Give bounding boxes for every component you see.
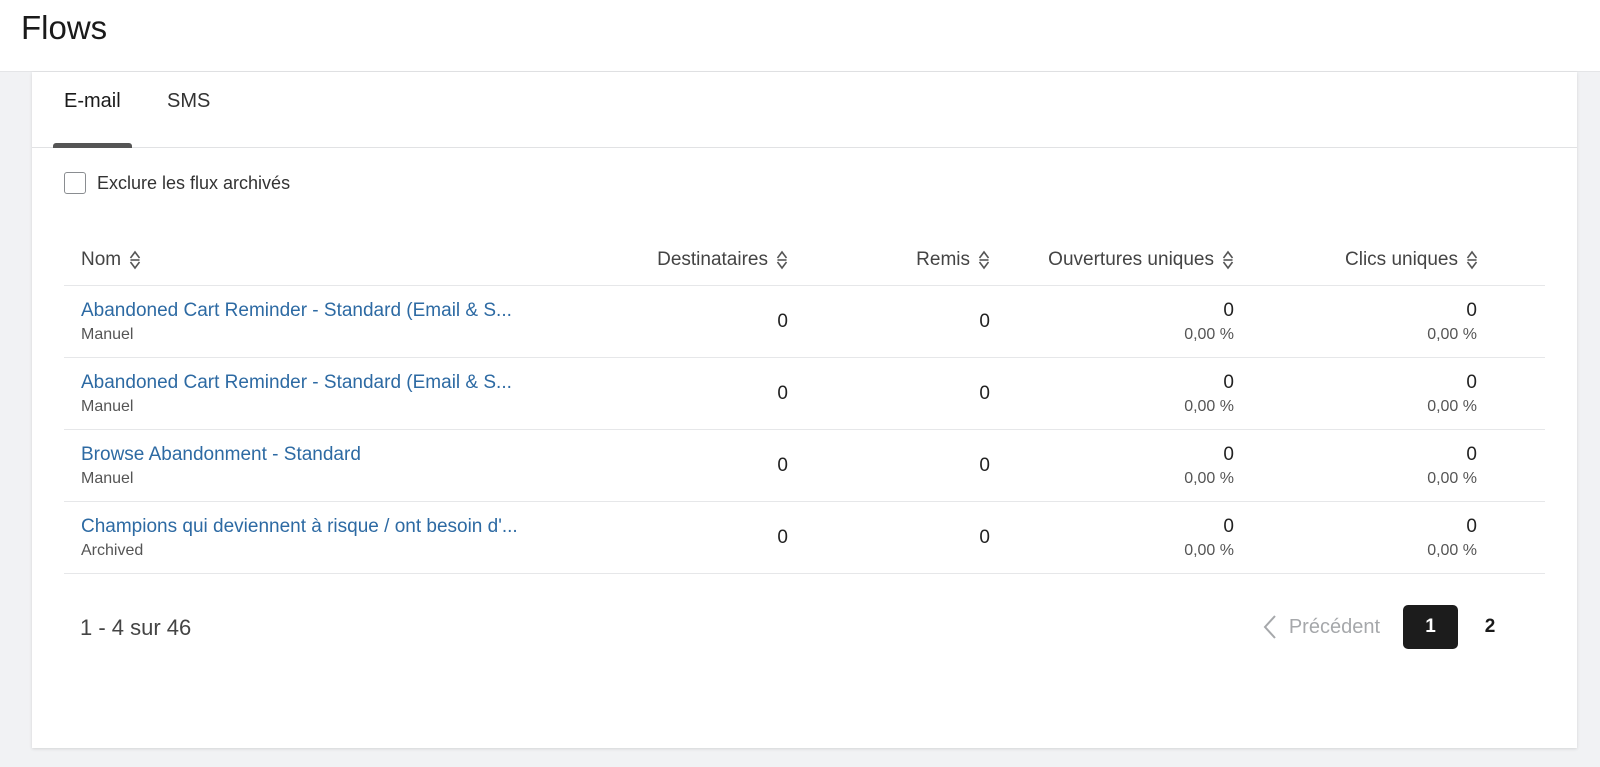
tab-sms-label: SMS (167, 90, 211, 112)
flow-name-cell: Abandoned Cart Reminder - Standard (Emai… (81, 371, 512, 417)
unique-opens-cell: 0 0,00 % (1184, 371, 1234, 417)
delivered-value: 0 (979, 311, 990, 332)
unique-clicks-cell: 0 0,00 % (1427, 515, 1477, 561)
unique-opens-rate: 0,00 % (1184, 542, 1234, 559)
unique-clicks-cell: 0 0,00 % (1427, 443, 1477, 489)
unique-opens-value: 0 (1223, 444, 1234, 465)
column-header-name-label: Nom (81, 249, 122, 270)
table-row: Browse Abandonment - Standard Manuel 0 0… (64, 430, 1545, 502)
unique-clicks-value: 0 (1466, 372, 1477, 393)
unique-clicks-cell: 0 0,00 % (1427, 371, 1477, 417)
table-header: Nom Destinataires Remis Ouvertures uniqu… (64, 218, 1545, 286)
column-header-delivered-label: Remis (916, 249, 970, 270)
chevron-left-icon (1263, 615, 1276, 639)
tab-email-label: E-mail (64, 90, 121, 112)
column-header-unique-clicks[interactable]: Clics uniques (1345, 249, 1478, 271)
flows-card: E-mail SMS Exclure les flux archivés Nom… (32, 72, 1577, 748)
page-title: Flows (21, 9, 108, 46)
tab-email[interactable]: E-mail (53, 89, 132, 148)
exclude-archived-checkbox[interactable] (64, 172, 86, 194)
flow-name-cell: Browse Abandonment - Standard Manuel (81, 443, 361, 489)
unique-clicks-rate: 0,00 % (1427, 542, 1477, 559)
unique-opens-cell: 0 0,00 % (1184, 443, 1234, 489)
column-header-unique-opens[interactable]: Ouvertures uniques (1048, 249, 1234, 271)
pagination: Précédent 1 2 (1263, 605, 1522, 649)
unique-opens-cell: 0 0,00 % (1184, 515, 1234, 561)
table-row: Abandoned Cart Reminder - Standard (Emai… (64, 286, 1545, 358)
table-row: Abandoned Cart Reminder - Standard (Emai… (64, 358, 1545, 430)
page-button-next[interactable]: 2 (1458, 605, 1522, 649)
sort-icon (129, 250, 141, 270)
sort-icon (776, 250, 788, 270)
table-row: Champions qui deviennent à risque / ont … (64, 502, 1545, 574)
column-header-unique-opens-label: Ouvertures uniques (1048, 249, 1214, 270)
recipients-value: 0 (777, 455, 788, 476)
top-bar: Flows (0, 0, 1600, 72)
recipients-value: 0 (777, 311, 788, 332)
recipients-value: 0 (777, 527, 788, 548)
flow-trigger-type: Manuel (81, 398, 134, 415)
flows-table: Nom Destinataires Remis Ouvertures uniqu… (64, 218, 1545, 574)
flow-link[interactable]: Abandoned Cart Reminder - Standard (Emai… (81, 371, 512, 395)
flow-trigger-type: Manuel (81, 326, 134, 343)
unique-clicks-value: 0 (1466, 300, 1477, 321)
unique-opens-rate: 0,00 % (1184, 326, 1234, 343)
unique-opens-value: 0 (1223, 372, 1234, 393)
unique-opens-rate: 0,00 % (1184, 398, 1234, 415)
sort-icon (1222, 250, 1234, 270)
flow-trigger-type: Archived (81, 542, 144, 559)
active-tab-indicator (53, 143, 132, 148)
unique-clicks-value: 0 (1466, 516, 1477, 537)
flow-name-cell: Champions qui deviennent à risque / ont … (81, 515, 518, 561)
tab-bar: E-mail SMS (32, 72, 1577, 148)
unique-opens-cell: 0 0,00 % (1184, 299, 1234, 345)
unique-clicks-cell: 0 0,00 % (1427, 299, 1477, 345)
flow-link[interactable]: Abandoned Cart Reminder - Standard (Emai… (81, 299, 512, 323)
tab-sms[interactable]: SMS (167, 89, 210, 148)
flow-trigger-type: Manuel (81, 470, 134, 487)
delivered-value: 0 (979, 383, 990, 404)
page-button-current[interactable]: 1 (1403, 605, 1458, 649)
sort-icon (978, 250, 990, 270)
result-count: 1 - 4 sur 46 (80, 615, 192, 640)
unique-clicks-rate: 0,00 % (1427, 326, 1477, 343)
unique-opens-rate: 0,00 % (1184, 470, 1234, 487)
previous-page-label: Précédent (1288, 615, 1380, 638)
unique-clicks-rate: 0,00 % (1427, 470, 1477, 487)
flow-name-cell: Abandoned Cart Reminder - Standard (Emai… (81, 299, 512, 345)
exclude-archived-filter[interactable]: Exclure les flux archivés (64, 172, 290, 194)
flow-link[interactable]: Browse Abandonment - Standard (81, 443, 361, 467)
sort-icon (1466, 250, 1478, 270)
column-header-recipients-label: Destinataires (657, 249, 768, 270)
delivered-value: 0 (979, 527, 990, 548)
unique-clicks-value: 0 (1466, 444, 1477, 465)
column-header-recipients[interactable]: Destinataires (657, 249, 788, 271)
previous-page-button[interactable]: Précédent (1263, 614, 1380, 640)
column-header-name[interactable]: Nom (81, 249, 141, 271)
exclude-archived-label: Exclure les flux archivés (97, 172, 291, 193)
delivered-value: 0 (979, 455, 990, 476)
unique-clicks-rate: 0,00 % (1427, 398, 1477, 415)
recipients-value: 0 (777, 383, 788, 404)
flow-link[interactable]: Champions qui deviennent à risque / ont … (81, 515, 518, 539)
column-header-delivered[interactable]: Remis (916, 249, 990, 271)
unique-opens-value: 0 (1223, 516, 1234, 537)
unique-opens-value: 0 (1223, 300, 1234, 321)
column-header-unique-clicks-label: Clics uniques (1345, 249, 1458, 270)
